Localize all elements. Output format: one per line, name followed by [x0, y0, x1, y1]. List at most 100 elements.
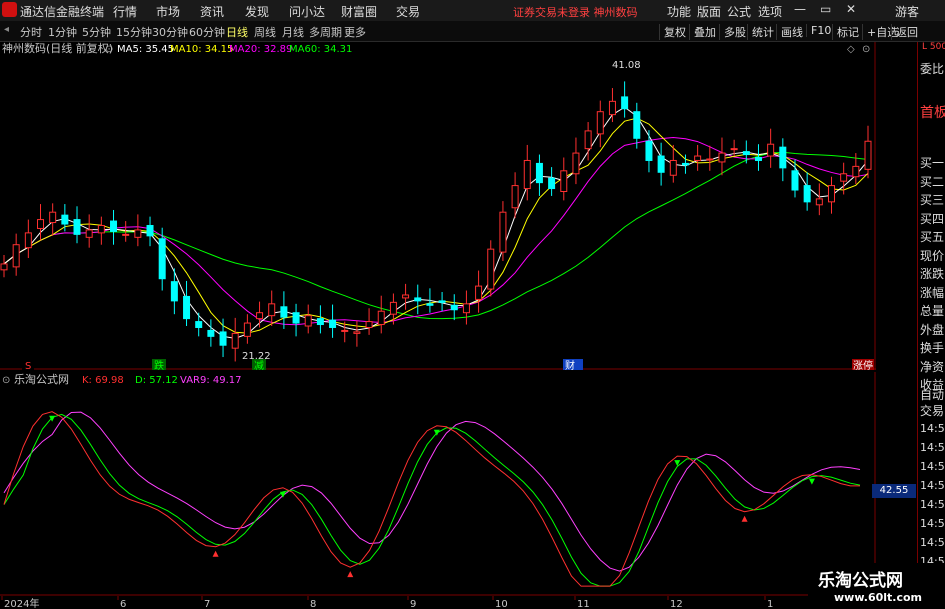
btn-back[interactable]: 返回 — [891, 24, 918, 40]
minimize-icon[interactable]: — — [794, 2, 806, 16]
tab-more[interactable]: 更多 — [344, 24, 366, 40]
tab-1min[interactable]: 1分钟 — [48, 24, 77, 40]
menu-banmian[interactable]: 版面 — [697, 3, 721, 20]
var9-line — [3, 411, 861, 572]
tab-multi-period[interactable]: 多周期 — [309, 24, 342, 40]
buy-arrow-icon — [741, 515, 748, 522]
sell-arrow-icon — [49, 415, 56, 422]
candle-body — [779, 146, 787, 169]
candle-body — [426, 303, 434, 306]
candle-body — [572, 152, 580, 175]
candle-body — [61, 214, 69, 225]
candle-body — [170, 281, 178, 302]
menu-zixun[interactable]: 资讯 — [200, 3, 224, 20]
btn-fuquan[interactable]: 复权 — [659, 24, 686, 40]
title-bar: 通达信金融终端 行情 市场 资讯 发现 问小达 财富圈 交易 证券交易未登录 神… — [0, 0, 945, 22]
menu-gongneng[interactable]: 功能 — [667, 3, 691, 20]
candle-body — [0, 263, 8, 271]
diamond-icon[interactable]: ◇ — [847, 44, 855, 55]
tick-time: 14:56 — [920, 517, 945, 530]
candle-body — [815, 198, 823, 206]
date-axis: 2024年 6 7 8 9 10 11 12 1 — [1, 596, 773, 609]
menu-wenxiaoda[interactable]: 问小达 — [289, 3, 325, 20]
tab-60min[interactable]: 60分钟 — [189, 24, 225, 40]
tab-5min[interactable]: 5分钟 — [82, 24, 111, 40]
collapse-icon[interactable]: ◂ — [4, 24, 9, 35]
btn-duogu[interactable]: 多股 — [719, 24, 746, 40]
high-label: 41.08 — [612, 60, 641, 71]
close-icon[interactable]: ✕ — [846, 2, 856, 16]
quote-item: 涨跌 — [920, 267, 945, 281]
candle-body — [158, 238, 166, 280]
ma60-label: MA60: 34.31 — [289, 44, 352, 55]
tab-monthly[interactable]: 月线 — [282, 24, 304, 40]
ma5-line — [3, 106, 869, 339]
ma10-polyline — [3, 117, 869, 334]
candle-body — [256, 312, 264, 320]
date-tick-label: 2024年 — [4, 597, 39, 609]
tab-daily[interactable]: 日线 — [226, 24, 248, 40]
btn-tongji[interactable]: 统计 — [747, 24, 774, 40]
candle-body — [146, 224, 154, 237]
price-chart[interactable]: 神州数码(日线 前复权) ⊙ MA5: 35.45 MA10: 34.15 MA… — [0, 42, 876, 370]
candle-body — [840, 173, 848, 182]
candle-body — [195, 321, 203, 328]
candle-body — [353, 331, 361, 334]
menu-xuanxiang[interactable]: 选项 — [758, 3, 782, 20]
candle-body — [438, 300, 446, 303]
candle-body — [243, 322, 251, 337]
marker-zhangting: 涨停 — [853, 359, 873, 370]
quote-shouban: 首板 — [920, 105, 945, 121]
quote-jiaoyi[interactable]: 交易 — [920, 402, 944, 419]
btn-f10[interactable]: F10 — [806, 24, 831, 37]
candle-body — [316, 318, 324, 326]
candle-body — [85, 229, 93, 238]
panel-badge: L 500 — [922, 42, 945, 52]
buy-arrow-icon — [347, 571, 354, 578]
quote-item: 总量 — [920, 304, 945, 318]
indicator-chart[interactable]: ⊙ 乐淘公式网 K: 69.98 D: 57.12 VAR9: 49.17 75… — [0, 372, 876, 596]
btn-biaoji[interactable]: 标记 — [832, 24, 859, 40]
candle-body — [207, 329, 215, 337]
tab-fenshi[interactable]: 分时 — [20, 24, 42, 40]
candle-body — [280, 306, 288, 318]
candle-body — [645, 140, 653, 161]
indicator-settings-icon[interactable]: ⊙ — [2, 375, 10, 386]
settings-icon[interactable]: ⊙ — [105, 44, 113, 55]
menu-jiaoyi[interactable]: 交易 — [396, 3, 420, 20]
candle-body — [134, 229, 142, 238]
menu-hangqing[interactable]: 行情 — [113, 3, 137, 20]
k-value: K: 69.98 — [82, 375, 124, 386]
chart-title: 神州数码(日线 前复权) — [2, 42, 113, 55]
guest-label[interactable]: 游客 — [895, 3, 919, 20]
btn-diejia[interactable]: 叠加 — [689, 24, 716, 40]
date-tick-label: 7 — [204, 599, 210, 609]
candle-body — [596, 111, 604, 135]
menu-faxian[interactable]: 发现 — [245, 3, 269, 20]
candle-body — [657, 155, 665, 173]
restore-icon[interactable]: ▭ — [820, 2, 831, 16]
period-toolbar: ◂ 分时 1分钟 5分钟 15分钟 30分钟 60分钟 日线 周线 月线 多周期… — [0, 21, 945, 42]
candle-body — [803, 185, 811, 203]
candle-body — [219, 331, 227, 346]
candle-body — [706, 158, 714, 161]
btn-huaxian[interactable]: 画线 — [776, 24, 803, 40]
var9-value: VAR9: 49.17 — [180, 375, 242, 386]
menu-shichang[interactable]: 市场 — [156, 3, 180, 20]
tab-weekly[interactable]: 周线 — [254, 24, 276, 40]
ma60-polyline — [3, 151, 869, 320]
menu-caifuquan[interactable]: 财富圈 — [341, 3, 377, 20]
k-polyline — [3, 411, 861, 587]
candle-body — [523, 159, 531, 190]
tick-time: 14:56 — [920, 536, 945, 549]
quote-item: 收益 — [920, 378, 945, 392]
menu-gongshi[interactable]: 公式 — [727, 3, 751, 20]
settings-icon-right[interactable]: ⊙ — [862, 44, 870, 55]
tab-30min[interactable]: 30分钟 — [152, 24, 188, 40]
ma5-label: MA5: 35.45 — [117, 44, 174, 55]
quote-panel: L 500 委比 首板 自动 交易 买一 买二 买三 买四 买五 现价 涨跌 涨幅 总量 外盘 换手… — [917, 42, 945, 609]
candle-body — [754, 157, 762, 161]
tab-15min[interactable]: 15分钟 — [116, 24, 152, 40]
candle-body — [377, 310, 385, 326]
current-value-badge: 42.55 — [872, 484, 916, 498]
